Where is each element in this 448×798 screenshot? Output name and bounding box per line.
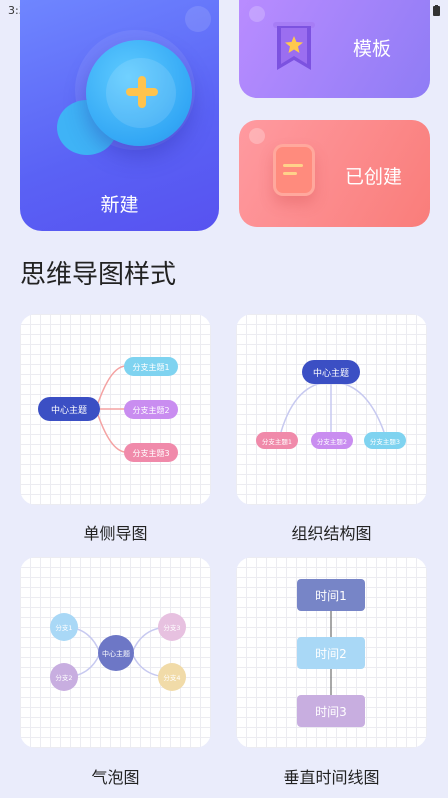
style-card-bubble[interactable]: 分支1 分支2 分支3 分支4 中心主题 [20, 557, 211, 748]
style-card-one-sided[interactable]: 中心主题 分支主题1 分支主题2 分支主题3 [20, 314, 211, 505]
bubble-node: 分支2 [55, 673, 72, 682]
org-chart-diagram: 中心主题 分支主题1 分支主题2 分支主题3 [256, 360, 406, 449]
template-button[interactable]: 模板 [239, 0, 430, 98]
decor-bubble [249, 128, 265, 144]
center-node: 中心主题 [102, 649, 130, 658]
center-node: 中心主题 [313, 367, 349, 379]
branch-node: 分支主题1 [262, 437, 292, 446]
bubble-diagram: 分支1 分支2 分支3 分支4 中心主题 [50, 613, 186, 691]
bubble-node: 分支3 [163, 623, 180, 632]
new-mindmap-button[interactable]: 新建 [20, 0, 219, 231]
branch-node: 分支主题2 [132, 405, 169, 415]
created-label: 已创建 [345, 166, 403, 188]
style-label-timeline: 垂直时间线图 [283, 768, 380, 787]
style-card-timeline[interactable]: 时间1 时间2 时间3 [236, 557, 427, 748]
style-card-org-chart[interactable]: 中心主题 分支主题1 分支主题2 分支主题3 [236, 314, 427, 505]
one-sided-diagram: 中心主题 分支主题1 分支主题2 分支主题3 [38, 357, 178, 462]
timeline-node: 时间2 [315, 647, 347, 661]
decor-bubble [185, 6, 211, 32]
branch-node: 分支主题2 [317, 437, 347, 446]
timeline-diagram: 时间1 时间2 时间3 [297, 579, 365, 727]
branch-node: 分支主题3 [132, 448, 169, 458]
section-title: 思维导图样式 [20, 260, 177, 290]
document-icon [273, 144, 315, 196]
style-label-org-chart: 组织结构图 [291, 524, 372, 543]
template-label: 模板 [353, 38, 392, 60]
branch-node: 分支主题3 [370, 437, 400, 446]
timeline-node: 时间1 [315, 589, 347, 603]
bottom-edge [0, 790, 448, 798]
branch-node: 分支主题1 [132, 362, 169, 372]
created-button[interactable]: 已创建 [239, 120, 430, 227]
center-node: 中心主题 [51, 404, 87, 416]
bookmark-star-icon [273, 22, 315, 70]
bubble-node: 分支1 [55, 623, 72, 632]
battery-icon [433, 4, 440, 16]
bubble-node: 分支4 [163, 673, 180, 682]
decor-bubble [249, 6, 265, 22]
timeline-node: 时间3 [315, 705, 347, 719]
new-label: 新建 [100, 194, 139, 216]
plus-icon [126, 76, 158, 108]
style-label-one-sided: 单侧导图 [83, 524, 148, 543]
style-label-bubble: 气泡图 [91, 768, 140, 787]
